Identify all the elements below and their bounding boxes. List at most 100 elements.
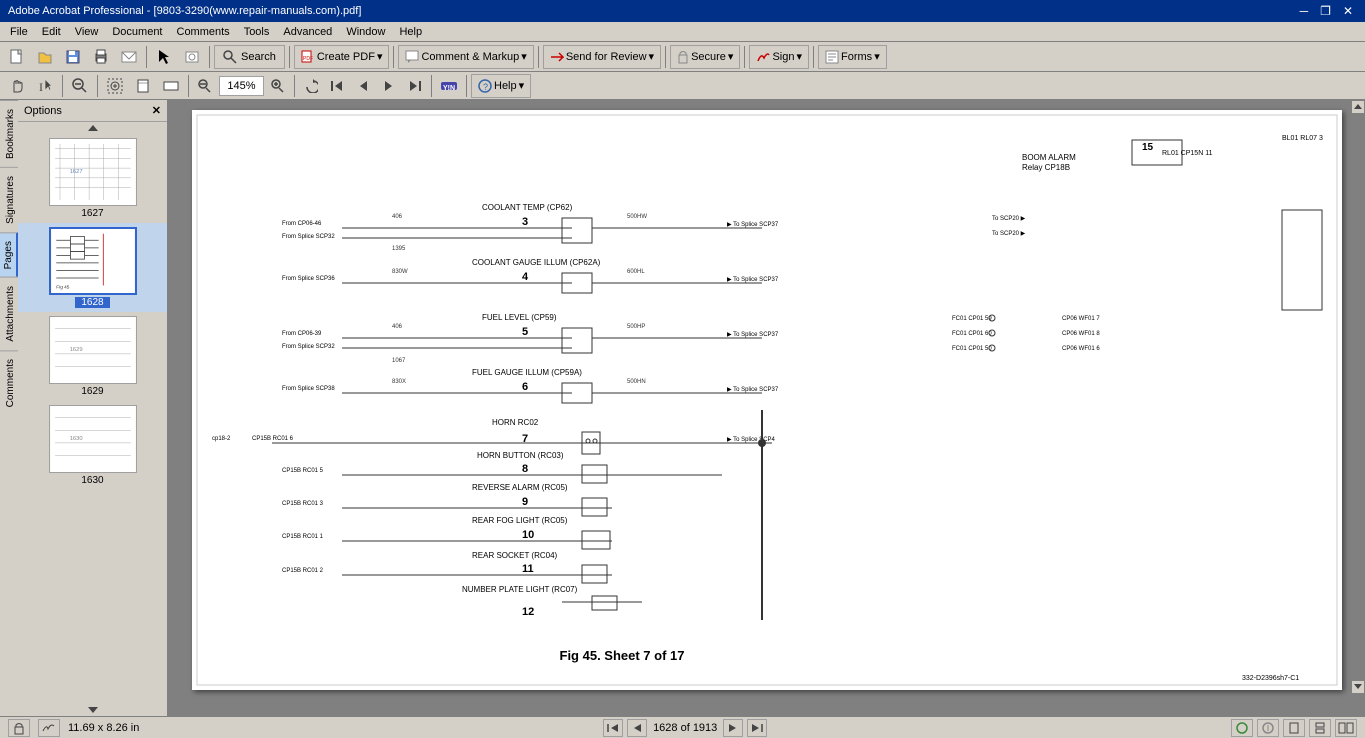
page-view[interactable]: BOOM ALARM Relay CP18B 15 RL01 CP15N 11 … xyxy=(168,100,1365,716)
rotate-cw-button[interactable] xyxy=(299,74,323,98)
two-page-view[interactable] xyxy=(1335,719,1357,737)
sign-button[interactable]: Sign ▾ xyxy=(749,45,809,69)
help-button[interactable]: ? Help ▾ xyxy=(471,74,531,98)
svg-text:CP06 WF01 7: CP06 WF01 7 xyxy=(1062,316,1100,322)
svg-text:500HW: 500HW xyxy=(627,214,647,220)
menu-help[interactable]: Help xyxy=(393,24,428,40)
thumbnail-1628[interactable]: Fig 45 1628 xyxy=(18,223,167,312)
snapshot-button[interactable] xyxy=(179,45,205,69)
signature-icon-button[interactable] xyxy=(38,719,60,737)
fit-page-button[interactable] xyxy=(130,74,156,98)
pages-tab[interactable]: Pages xyxy=(0,232,18,277)
create-pdf-button[interactable]: PDF Create PDF ▾ xyxy=(294,45,390,69)
bookmarks-tab[interactable]: Bookmarks xyxy=(0,100,18,167)
menu-view[interactable]: View xyxy=(69,24,105,40)
pdf-page: BOOM ALARM Relay CP18B 15 RL01 CP15N 11 … xyxy=(192,110,1342,690)
continuous-view[interactable] xyxy=(1309,719,1331,737)
menu-document[interactable]: Document xyxy=(106,24,168,40)
send-review-arrow[interactable]: ▾ xyxy=(649,50,655,63)
zoom-out-button[interactable] xyxy=(67,74,93,98)
sign-arrow[interactable]: ▾ xyxy=(796,50,802,63)
thumbnail-1627[interactable]: 1627 1627 xyxy=(18,134,167,223)
select-tool-button[interactable] xyxy=(151,45,177,69)
last-page-button[interactable] xyxy=(403,74,427,98)
options-button[interactable]: Options xyxy=(24,105,62,117)
thumbnail-panel[interactable]: 1627 1627 xyxy=(18,134,167,704)
signatures-tab[interactable]: Signatures xyxy=(0,167,18,232)
yin-yang-button[interactable]: Y!N xyxy=(436,74,462,98)
svg-text:12: 12 xyxy=(522,606,534,618)
thumb-image-1628: Fig 45 xyxy=(49,227,137,295)
secure-arrow[interactable]: ▾ xyxy=(728,50,734,63)
svg-text:FUEL GAUGE ILLUM (CP59A): FUEL GAUGE ILLUM (CP59A) xyxy=(472,368,582,377)
thumbnail-1629[interactable]: 1629 1629 xyxy=(18,312,167,401)
svg-text:▶ To Splice SCP37: ▶ To Splice SCP37 xyxy=(727,387,779,393)
open-button[interactable] xyxy=(32,45,58,69)
save-button[interactable] xyxy=(60,45,86,69)
svg-text:1395: 1395 xyxy=(392,246,406,252)
first-page-nav[interactable] xyxy=(603,719,623,737)
panel-close-button[interactable]: ✕ xyxy=(152,104,161,117)
svg-text:From Splice SCP36: From Splice SCP36 xyxy=(282,276,335,282)
last-page-nav[interactable] xyxy=(747,719,767,737)
menu-tools[interactable]: Tools xyxy=(238,24,276,40)
svg-text:HORN BUTTON (RC03): HORN BUTTON (RC03) xyxy=(477,451,564,460)
marquee-zoom-button[interactable] xyxy=(102,74,128,98)
sign-label: Sign xyxy=(772,51,794,63)
speaker-button[interactable] xyxy=(1257,719,1279,737)
thumbnail-1630[interactable]: 1630 1630 xyxy=(18,401,167,490)
minimize-button[interactable]: ─ xyxy=(1296,4,1313,18)
email-button[interactable] xyxy=(116,45,142,69)
send-review-button[interactable]: Send for Review ▾ xyxy=(543,45,661,69)
help-arrow[interactable]: ▾ xyxy=(519,79,525,92)
comments-tab[interactable]: Comments xyxy=(0,350,18,415)
scroll-up-button[interactable] xyxy=(18,122,167,134)
search-button[interactable]: Search xyxy=(214,45,285,69)
svg-text:From Splice SCP38: From Splice SCP38 xyxy=(282,386,335,392)
zoom-in-step-button[interactable] xyxy=(266,74,290,98)
prev-page-nav[interactable] xyxy=(627,719,647,737)
restore-button[interactable]: ❐ xyxy=(1316,4,1335,18)
comment-markup-button[interactable]: Comment & Markup ▾ xyxy=(398,45,533,69)
svg-text:I: I xyxy=(39,80,43,94)
create-pdf-arrow[interactable]: ▾ xyxy=(377,50,383,63)
pdf-content-area: BOOM ALARM Relay CP18B 15 RL01 CP15N 11 … xyxy=(168,100,1365,716)
print-button[interactable] xyxy=(88,45,114,69)
comment-markup-arrow[interactable]: ▾ xyxy=(521,50,527,63)
forms-arrow[interactable]: ▾ xyxy=(874,50,880,63)
next-page-button[interactable] xyxy=(377,74,401,98)
security-icon-button[interactable] xyxy=(8,719,30,737)
menu-window[interactable]: Window xyxy=(340,24,391,40)
zoom-out-step-button[interactable] xyxy=(193,74,217,98)
scroll-down-button[interactable] xyxy=(18,704,167,716)
svg-text:CP15B RC01 5: CP15B RC01 5 xyxy=(282,468,324,474)
svg-text:Y!N: Y!N xyxy=(443,85,455,92)
select-text-button[interactable]: I xyxy=(32,74,58,98)
close-button[interactable]: ✕ xyxy=(1339,4,1357,18)
hand-tool-button[interactable] xyxy=(4,74,30,98)
secure-button[interactable]: Secure ▾ xyxy=(670,45,740,69)
menu-file[interactable]: File xyxy=(4,24,34,40)
content-scroll-up[interactable] xyxy=(1351,100,1365,114)
svg-text:cp18-2: cp18-2 xyxy=(212,436,231,442)
menu-comments[interactable]: Comments xyxy=(171,24,236,40)
next-page-nav[interactable] xyxy=(723,719,743,737)
svg-text:Fig 45. Sheet 7 of 17: Fig 45. Sheet 7 of 17 xyxy=(559,648,684,663)
single-page-view[interactable] xyxy=(1283,719,1305,737)
svg-text:1067: 1067 xyxy=(392,358,406,364)
menu-edit[interactable]: Edit xyxy=(36,24,67,40)
attachments-tab[interactable]: Attachments xyxy=(0,277,18,350)
content-scroll-down[interactable] xyxy=(1351,680,1365,694)
forms-button[interactable]: Forms ▾ xyxy=(818,45,887,69)
audio-button[interactable] xyxy=(1231,719,1253,737)
svg-text:CP15B RC01 6: CP15B RC01 6 xyxy=(252,436,294,442)
svg-text:▶ To Splice SCP37: ▶ To Splice SCP37 xyxy=(727,277,779,283)
zoom-input[interactable]: 145% xyxy=(219,76,264,96)
first-page-button[interactable] xyxy=(325,74,349,98)
menu-advanced[interactable]: Advanced xyxy=(277,24,338,40)
svg-text:From Splice SCP32: From Splice SCP32 xyxy=(282,234,335,240)
prev-page-button[interactable] xyxy=(351,74,375,98)
svg-text:CP06 WF01 6: CP06 WF01 6 xyxy=(1062,346,1100,352)
fit-width-button[interactable] xyxy=(158,74,184,98)
new-button[interactable] xyxy=(4,45,30,69)
